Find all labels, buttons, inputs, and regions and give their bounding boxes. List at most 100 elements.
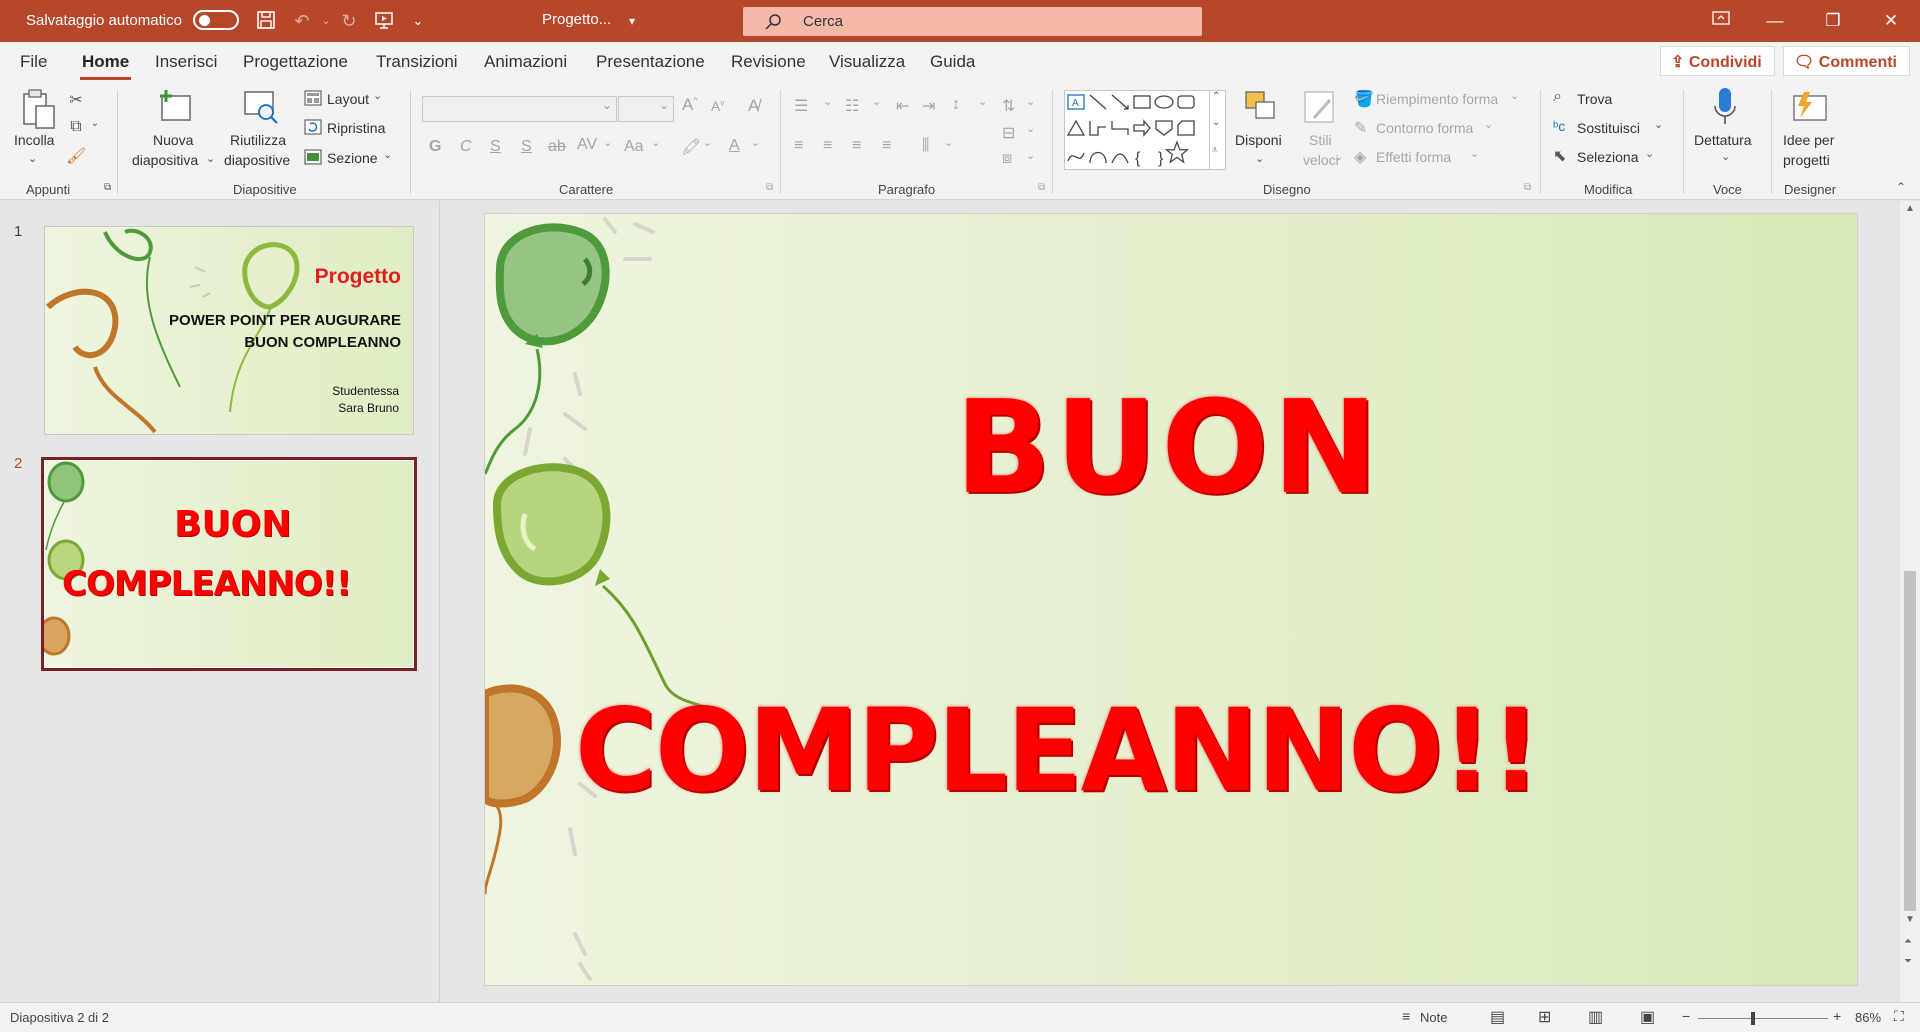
shape-fill-icon[interactable]: 🪣	[1354, 89, 1374, 109]
zoom-slider-knob[interactable]	[1751, 1012, 1755, 1025]
align-text-icon[interactable]: ⊟	[1002, 123, 1015, 143]
slide-title-line2[interactable]: COMPLEANNO!!	[575, 684, 1541, 817]
decrease-indent-icon[interactable]: ⇤	[896, 96, 909, 116]
change-case-button[interactable]: Aa	[624, 138, 644, 156]
normal-view-icon[interactable]: ▤	[1490, 1007, 1505, 1027]
arrange-icon[interactable]	[1240, 88, 1280, 128]
paste-label[interactable]: Incolla	[14, 132, 54, 148]
find-label[interactable]: Trova	[1577, 91, 1612, 107]
quick-styles-label-1[interactable]: Stili	[1309, 132, 1332, 148]
fit-to-window-icon[interactable]: ⛶	[1894, 1008, 1904, 1025]
quick-styles-icon[interactable]	[1300, 88, 1340, 128]
shape-outline-label[interactable]: Contorno forma	[1376, 120, 1473, 136]
notes-icon[interactable]: ≡	[1402, 1008, 1410, 1024]
design-ideas-icon[interactable]	[1790, 88, 1830, 128]
undo-icon[interactable]: ↶	[290, 9, 314, 33]
font-family-combo[interactable]	[422, 96, 617, 122]
new-slide-label-1[interactable]: Nuova	[153, 132, 193, 148]
section-icon[interactable]	[304, 149, 322, 165]
restore-icon[interactable]: ❐	[1818, 8, 1848, 34]
columns-icon[interactable]: ⫼	[922, 137, 929, 155]
smartart-dropdown-icon[interactable]: ⌄	[1026, 149, 1035, 162]
title-dropdown-icon[interactable]: ▾	[620, 9, 644, 33]
bold-button[interactable]: G	[429, 138, 441, 156]
present-from-start-icon[interactable]	[372, 9, 396, 33]
new-slide-dropdown-icon[interactable]: ⌄	[206, 152, 215, 165]
reuse-slides-icon[interactable]	[241, 90, 281, 130]
carattere-launcher-icon[interactable]: ⧉	[766, 182, 773, 193]
scroll-down-icon[interactable]: ▼	[1905, 914, 1915, 925]
bullets-icon[interactable]: ☰	[794, 96, 808, 116]
replace-label[interactable]: Sostituisci	[1577, 120, 1640, 136]
autosave-toggle[interactable]	[193, 10, 239, 30]
bullets-dropdown-icon[interactable]: ⌄	[823, 95, 832, 108]
dictate-dropdown-icon[interactable]: ⌄	[1721, 150, 1730, 163]
highlight-color-icon[interactable]: 🖍	[681, 137, 701, 157]
select-icon[interactable]: ⬉	[1553, 146, 1566, 166]
design-ideas-label-1[interactable]: Idee per	[1783, 132, 1834, 148]
increase-indent-icon[interactable]: ⇥	[922, 96, 935, 116]
customize-toolbar-icon[interactable]: ⌄	[406, 9, 430, 33]
tab-revisione[interactable]: Revisione	[731, 52, 806, 72]
appunti-launcher-icon[interactable]: ⧉	[104, 182, 111, 193]
italic-button[interactable]: C	[460, 138, 472, 156]
reuse-slides-label-1[interactable]: Riutilizza	[230, 132, 286, 148]
shapes-gallery-scroll[interactable]: ⌃ ⌄ ⩡	[1210, 90, 1226, 170]
strikethrough-button[interactable]: ab	[548, 138, 566, 156]
section-dropdown-icon[interactable]: ⌄	[383, 148, 392, 161]
numbering-icon[interactable]: ☷	[845, 96, 859, 116]
vertical-scrollbar[interactable]: ▲ ▼ ⏶ ⏷	[1900, 201, 1920, 1002]
reuse-slides-label-2[interactable]: diapositive	[224, 152, 290, 168]
search-box[interactable]: Cerca	[743, 7, 1202, 36]
columns-dropdown-icon[interactable]: ⌄	[944, 136, 953, 149]
section-label[interactable]: Sezione	[327, 150, 378, 166]
line-spacing-dropdown-icon[interactable]: ⌄	[978, 95, 987, 108]
new-slide-icon[interactable]	[155, 88, 195, 128]
save-icon[interactable]	[254, 9, 278, 33]
shadow-button[interactable]: S	[521, 138, 532, 156]
arrange-label[interactable]: Disponi	[1235, 132, 1282, 148]
microphone-icon[interactable]	[1712, 86, 1738, 130]
copy-dropdown-icon[interactable]: ⌄	[90, 118, 100, 129]
dictate-label[interactable]: Dettatura	[1694, 132, 1752, 148]
justify-icon[interactable]: ≡	[882, 137, 891, 155]
layout-icon[interactable]	[304, 90, 322, 106]
paragrafo-launcher-icon[interactable]: ⧉	[1038, 182, 1045, 193]
quick-styles-dropdown-icon[interactable]: ⌄	[1334, 150, 1343, 163]
select-dropdown-icon[interactable]: ⌄	[1645, 147, 1654, 160]
reset-label[interactable]: Ripristina	[327, 120, 385, 136]
collapse-ribbon-icon[interactable]: ⌃	[1896, 180, 1906, 194]
tab-animazioni[interactable]: Animazioni	[484, 52, 567, 72]
font-color-dropdown-icon[interactable]: ⌄	[751, 136, 760, 149]
paste-icon[interactable]	[18, 88, 58, 132]
cut-icon[interactable]: ✂	[66, 90, 86, 110]
align-text-dropdown-icon[interactable]: ⌄	[1026, 122, 1035, 135]
tab-home[interactable]: Home	[79, 52, 132, 80]
font-size-combo[interactable]	[618, 96, 674, 122]
shape-outline-dropdown-icon[interactable]: ⌄	[1484, 118, 1493, 131]
replace-icon[interactable]: ᵇc	[1553, 118, 1565, 134]
replace-dropdown-icon[interactable]: ⌄	[1654, 118, 1663, 131]
shapes-gallery[interactable]: A { }	[1064, 90, 1210, 170]
format-painter-icon[interactable]: 🖌	[66, 146, 86, 166]
zoom-level[interactable]: 86%	[1855, 1010, 1881, 1025]
clear-formatting-icon[interactable]: A̸	[748, 96, 759, 116]
reset-slide-icon[interactable]	[304, 119, 322, 135]
copy-icon[interactable]: ⧉	[66, 118, 86, 136]
comments-button[interactable]: 🗨 Commenti	[1783, 46, 1910, 76]
paste-dropdown-icon[interactable]: ⌄	[28, 152, 37, 165]
share-button[interactable]: ⇪ Condividi	[1660, 46, 1775, 76]
tab-file[interactable]: File	[20, 52, 47, 72]
tab-presentazione[interactable]: Presentazione	[596, 52, 705, 72]
underline-button[interactable]: S	[490, 138, 501, 156]
scrollbar-thumb[interactable]	[1904, 571, 1916, 911]
align-center-icon[interactable]: ≡	[823, 137, 832, 155]
align-right-icon[interactable]: ≡	[852, 137, 861, 155]
change-case-dropdown-icon[interactable]: ⌄	[651, 136, 660, 149]
slide-title-line1[interactable]: BUON	[955, 373, 1382, 523]
numbering-dropdown-icon[interactable]: ⌄	[872, 95, 881, 108]
current-slide[interactable]: BUON COMPLEANNO!!	[484, 213, 1858, 986]
slide-thumbnail-1[interactable]: Progetto POWER POINT PER AUGURARE BUON C…	[44, 226, 414, 435]
tab-visualizza[interactable]: Visualizza	[829, 52, 905, 72]
align-left-icon[interactable]: ≡	[794, 137, 803, 155]
